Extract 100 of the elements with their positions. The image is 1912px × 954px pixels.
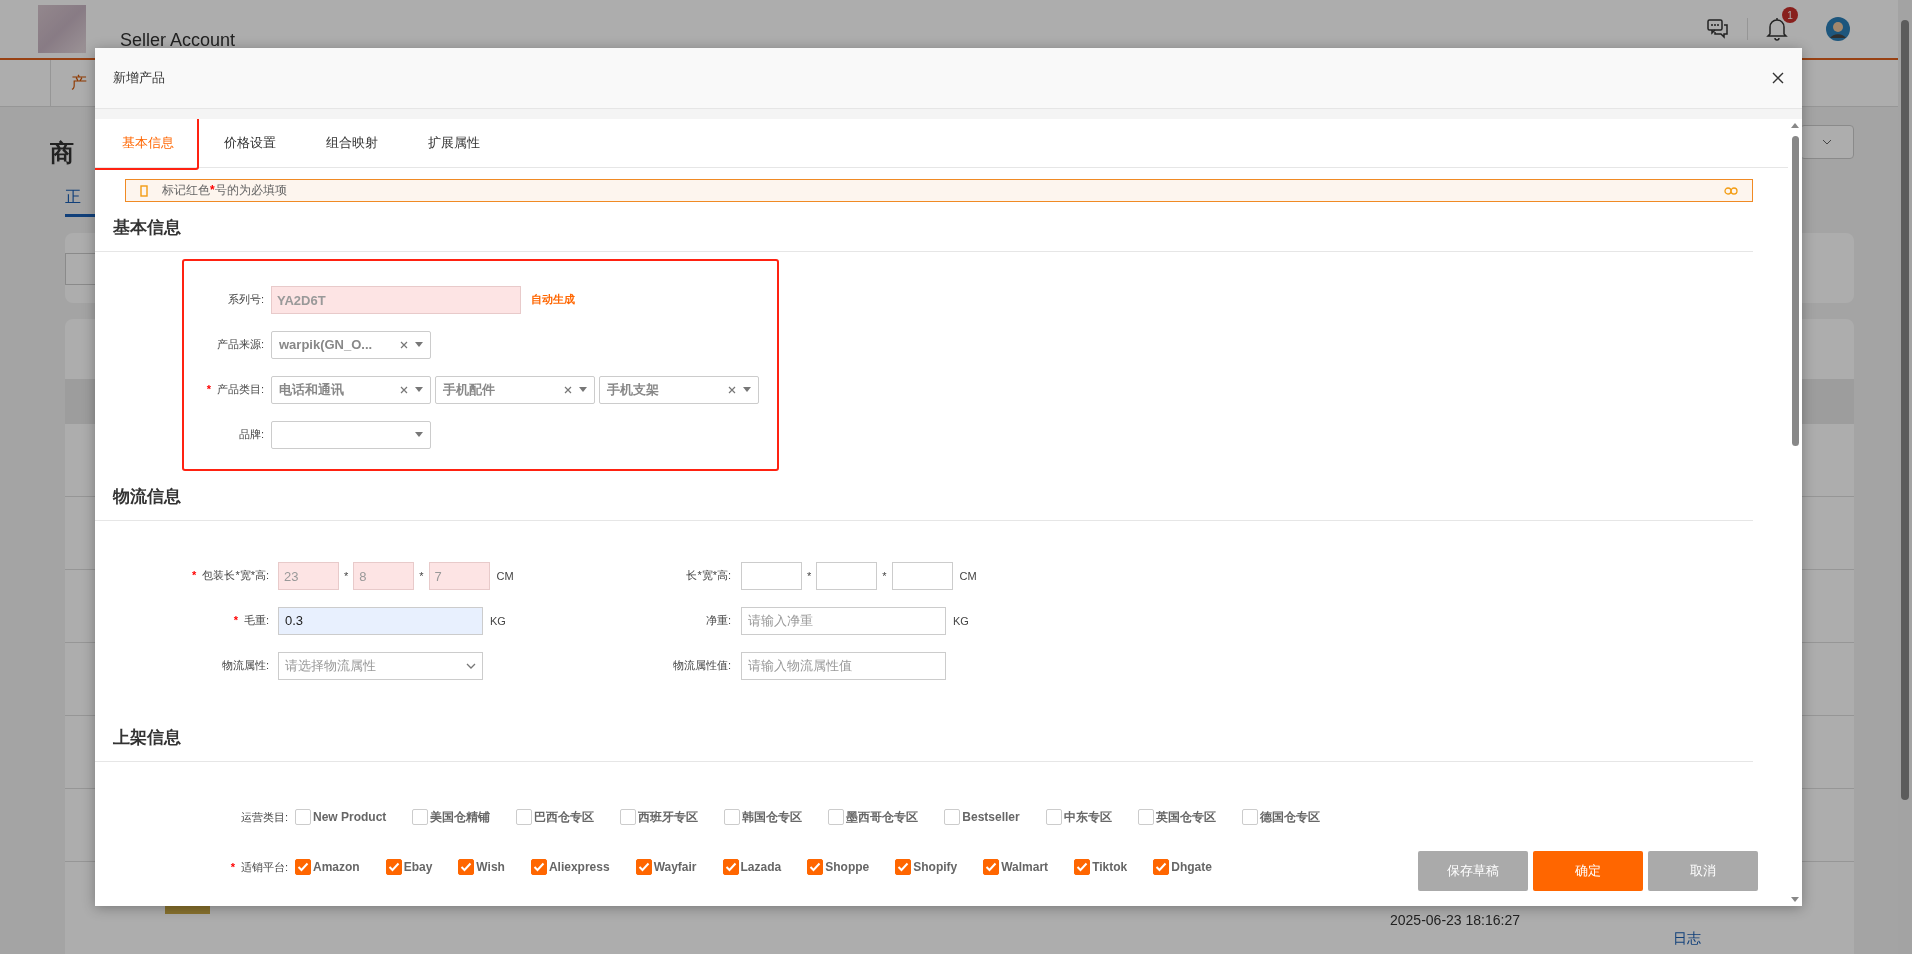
checkbox-label: Wish <box>476 860 505 874</box>
caret-icon <box>743 387 751 392</box>
tab[interactable]: 价格设置 <box>211 119 289 167</box>
select-field[interactable]: 请选择物流属性 <box>278 651 483 680</box>
checkbox[interactable] <box>944 809 961 825</box>
multiply-sign: * <box>806 569 813 582</box>
input-field[interactable]: 8 <box>353 561 415 590</box>
checkbox[interactable] <box>458 859 475 875</box>
checkbox[interactable] <box>895 859 912 875</box>
input-field[interactable]: YA2D6T <box>271 285 521 314</box>
tab[interactable]: 基本信息 <box>109 119 187 167</box>
checkbox-label: Tiktok <box>1092 860 1128 874</box>
checkbox[interactable] <box>724 809 741 825</box>
logo-placeholder <box>38 5 86 53</box>
input-field[interactable] <box>816 561 878 590</box>
link-icon[interactable] <box>1724 186 1738 195</box>
checkbox-label: Shopify <box>913 860 958 874</box>
checkbox-label: Wayfair <box>653 860 697 874</box>
notification-bell-icon[interactable] <box>1766 17 1788 41</box>
close-icon[interactable] <box>1772 72 1784 84</box>
select-field[interactable] <box>271 420 431 449</box>
input-field[interactable] <box>891 561 953 590</box>
multiply-sign: * <box>881 569 888 582</box>
input-field[interactable]: 请输入物流属性值 <box>741 651 946 680</box>
auto-generate-link[interactable]: 自动生成 <box>531 292 575 307</box>
clear-icon[interactable] <box>400 385 408 394</box>
caret-icon <box>579 387 587 392</box>
dialog-button[interactable]: 取消 <box>1648 851 1758 891</box>
checkbox[interactable] <box>1137 809 1154 825</box>
notice-text: 标记红色*号的为必填项 <box>162 182 287 199</box>
field-label: 产品类目: <box>216 383 264 395</box>
clear-icon[interactable] <box>564 385 572 394</box>
unit-label: KG <box>490 614 506 627</box>
log-link[interactable]: 日志 <box>1673 930 1701 948</box>
dialog-button[interactable]: 确定 <box>1533 851 1643 891</box>
input-field[interactable] <box>741 561 802 590</box>
checkbox[interactable] <box>516 809 533 825</box>
checkbox[interactable] <box>635 859 652 875</box>
checkbox[interactable] <box>412 809 429 825</box>
checkbox-label: 西班牙专区 <box>638 808 699 826</box>
input-field[interactable]: 23 <box>278 561 339 590</box>
input-field[interactable]: 7 <box>428 561 490 590</box>
multiply-sign: * <box>418 569 425 582</box>
checkbox-label: Ebay <box>403 860 433 874</box>
checkbox[interactable] <box>807 859 824 875</box>
checkbox-label: 巴西仓专区 <box>534 808 595 826</box>
select-field[interactable]: warpik(GN_O... <box>271 330 431 359</box>
tab[interactable]: 扩展属性 <box>415 119 493 167</box>
checkbox[interactable] <box>295 859 311 875</box>
checkbox[interactable] <box>722 859 739 875</box>
checkbox-label: Amazon <box>313 860 360 874</box>
field-label: 包装长*宽*高: <box>202 569 269 581</box>
required-mark: * <box>206 383 211 395</box>
chevron-icon <box>466 662 476 669</box>
checkbox[interactable] <box>828 809 845 825</box>
unit-label: KG <box>953 614 969 627</box>
input-field[interactable]: 0.3 <box>278 606 483 635</box>
scroll-down-icon[interactable] <box>1791 897 1799 902</box>
checkbox[interactable] <box>983 859 1000 875</box>
checkbox[interactable] <box>295 809 311 825</box>
checkbox-label: 英国仓专区 <box>1155 808 1216 826</box>
checkbox[interactable] <box>1153 859 1170 875</box>
chat-icon[interactable] <box>1707 19 1729 39</box>
required-mark: * <box>233 614 238 626</box>
checkbox-label: Aliexpress <box>548 860 610 874</box>
clear-icon[interactable] <box>400 340 408 349</box>
input-field[interactable]: 请输入净重 <box>741 606 946 635</box>
scroll-up-icon[interactable] <box>1791 123 1799 128</box>
checkbox-label: 墨西哥仓专区 <box>846 808 919 826</box>
field-label: 适销平台: <box>240 860 288 873</box>
select-field[interactable]: 手机支架 <box>599 375 759 404</box>
checkbox-label: New Product <box>313 810 387 824</box>
scroll-thumb[interactable] <box>1791 136 1799 446</box>
unit-label: CM <box>959 569 977 582</box>
caret-icon <box>415 432 423 437</box>
checkbox-label: Shoppe <box>825 860 870 874</box>
required-mark: * <box>192 569 197 581</box>
checkbox-label: 美国仓精铺 <box>430 808 491 826</box>
checkbox[interactable] <box>1045 809 1062 825</box>
checkbox-label: 中东专区 <box>1063 808 1112 826</box>
dropdown-field[interactable] <box>1800 125 1854 159</box>
checkbox[interactable] <box>620 809 637 825</box>
field-label: 系列号: <box>227 293 264 305</box>
section-title: 上架信息 <box>95 712 1753 762</box>
checkbox[interactable] <box>1074 859 1091 875</box>
checkbox[interactable] <box>530 859 547 875</box>
tab[interactable]: 组合映射 <box>313 119 391 167</box>
select-field[interactable]: 手机配件 <box>435 375 595 404</box>
avatar-icon[interactable] <box>1826 17 1850 41</box>
app-title: Seller Account <box>120 29 236 51</box>
checkbox[interactable] <box>1241 809 1258 825</box>
select-field[interactable]: 电话和通讯 <box>271 375 431 404</box>
dialog-title: 新增产品 <box>113 69 165 87</box>
checkbox[interactable] <box>385 859 402 875</box>
multiply-sign: * <box>343 569 350 582</box>
checkbox-label: Walmart <box>1001 860 1049 874</box>
field-label: 毛重: <box>243 614 269 626</box>
clear-icon[interactable] <box>728 385 736 394</box>
dialog-button[interactable]: 保存草稿 <box>1418 851 1528 891</box>
checkbox-label: Dhgate <box>1171 860 1212 874</box>
